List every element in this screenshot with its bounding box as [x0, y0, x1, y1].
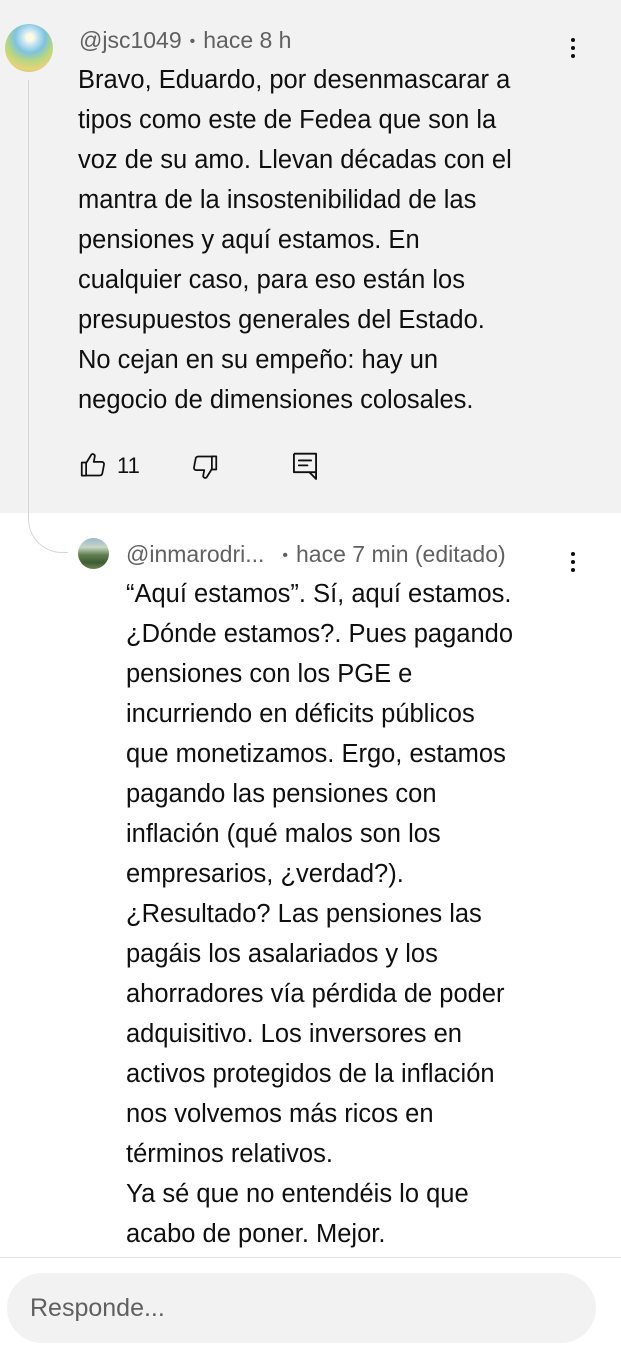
reply-input[interactable]: Responde... [7, 1273, 596, 1343]
like-count: 11 [117, 453, 140, 478]
avatar[interactable] [78, 538, 109, 569]
like-button[interactable] [78, 450, 108, 485]
reply-author[interactable]: @inmarodri... [126, 541, 264, 567]
more-vert-icon[interactable] [563, 547, 583, 577]
reply-input-placeholder: Responde... [30, 1293, 165, 1322]
thumb-down-icon [193, 455, 218, 479]
comment-meta: @jsc1049 • hace 8 h [79, 25, 291, 57]
dislike-button[interactable] [190, 452, 220, 487]
more-vert-icon[interactable] [563, 33, 583, 63]
avatar[interactable] [5, 24, 53, 72]
reply-button[interactable] [290, 450, 320, 487]
thread-connector-line [28, 80, 68, 553]
meta-separator: • [189, 33, 196, 50]
comment-time: hace 8 h [203, 27, 292, 53]
reply-icon [293, 452, 317, 480]
reply-text: “Aquí estamos”. Sí, aquí estamos. ¿Dónde… [126, 580, 514, 1248]
reply-time: hace 7 min (editado) [296, 541, 506, 567]
comment-text: Bravo, Eduardo, por desenmascarar a tipo… [78, 66, 512, 414]
divider [0, 1257, 621, 1258]
thumb-up-icon [80, 453, 105, 477]
comment-author[interactable]: @jsc1049 [79, 27, 182, 53]
meta-separator: • [282, 547, 288, 564]
reply-meta: @inmarodri... • hace 7 min (editado) [126, 539, 506, 571]
